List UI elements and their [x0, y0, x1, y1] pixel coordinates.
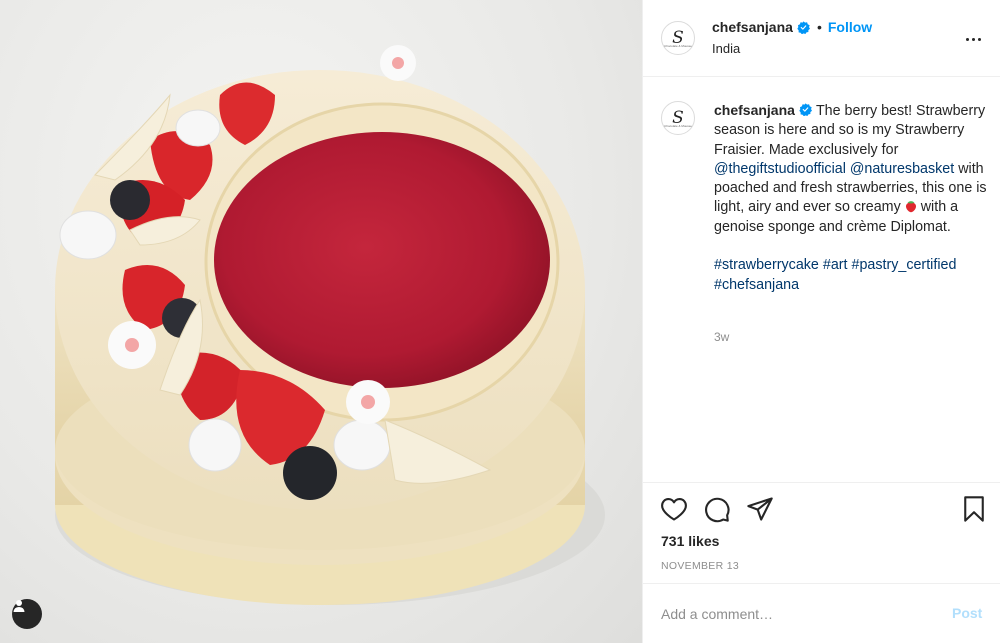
- caption-time-ago[interactable]: 3w: [714, 330, 729, 344]
- post-photo[interactable]: [0, 0, 642, 643]
- caption-section: S Chocolate & Mousse chefsanjana The ber…: [643, 77, 1000, 482]
- bookmark-icon[interactable]: [960, 495, 988, 523]
- hashtag-link[interactable]: #strawberrycake: [714, 257, 819, 273]
- like-count[interactable]: 731 likes: [661, 533, 719, 549]
- verified-badge-icon: [797, 20, 810, 34]
- verified-badge-icon: [799, 103, 812, 116]
- user-silhouette-icon: [13, 600, 25, 612]
- post-location[interactable]: India: [712, 41, 740, 56]
- caption-text: chefsanjana The berry best! Strawberry s…: [714, 101, 991, 295]
- mention-link[interactable]: @naturesbasket: [850, 161, 954, 177]
- hashtag-link[interactable]: #chefsanjana: [714, 277, 799, 293]
- profile-avatar[interactable]: S Chocolate & Mousse: [661, 21, 695, 55]
- more-horizontal-icon[interactable]: [961, 29, 985, 49]
- comment-box: Post: [643, 583, 1000, 643]
- hashtag-link[interactable]: #pastry_certified: [852, 257, 957, 273]
- strawberry-emoji-icon: [905, 201, 916, 213]
- tagged-users-button[interactable]: [12, 599, 42, 629]
- heart-icon[interactable]: [660, 495, 688, 523]
- post-sidebar: S Chocolate & Mousse chefsanjana • Follo…: [642, 0, 1000, 643]
- paper-plane-icon[interactable]: [746, 495, 774, 523]
- comment-bubble-icon[interactable]: [703, 495, 731, 523]
- post-comment-button[interactable]: Post: [952, 605, 982, 621]
- post-header: S Chocolate & Mousse chefsanjana • Follo…: [643, 0, 1000, 77]
- avatar-small-text: Chocolate & Mousse: [664, 44, 692, 48]
- caption-avatar[interactable]: S Chocolate & Mousse: [661, 101, 695, 135]
- comment-input[interactable]: [661, 603, 941, 625]
- header-separator: •: [816, 19, 822, 35]
- header-user-row: chefsanjana • Follow: [712, 19, 872, 35]
- caption-avatar-small-text: Chocolate & Mousse: [664, 124, 692, 128]
- caption-username[interactable]: chefsanjana: [714, 102, 795, 118]
- cake-illustration: [55, 45, 605, 605]
- post-actions: 731 likes NOVEMBER 13: [643, 482, 1000, 583]
- mention-link[interactable]: @thegiftstudioofficial: [714, 161, 846, 177]
- follow-button[interactable]: Follow: [828, 19, 872, 35]
- hashtag-link[interactable]: #art: [823, 257, 848, 273]
- post-date[interactable]: NOVEMBER 13: [661, 560, 739, 572]
- header-username[interactable]: chefsanjana: [712, 19, 793, 35]
